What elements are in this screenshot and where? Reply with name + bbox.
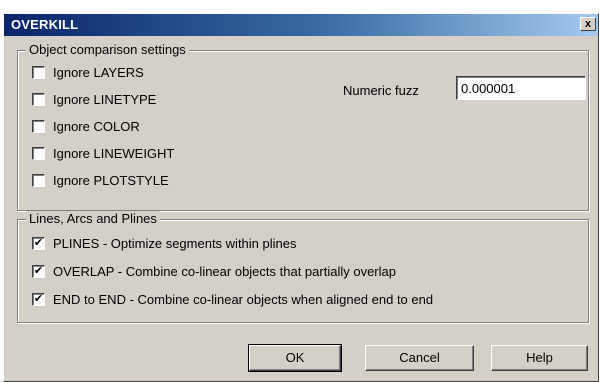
object-comparison-group: Object comparison settings Ignore LAYERS… [17, 42, 589, 211]
close-button[interactable]: x [580, 17, 596, 31]
overlap-option[interactable]: ✔ OVERLAP - Combine co-linear objects th… [32, 262, 396, 280]
overkill-dialog: OVERKILL x Object comparison settings Ig… [3, 13, 599, 382]
cancel-button[interactable]: Cancel [365, 345, 474, 371]
title-bar[interactable]: OVERKILL x [4, 14, 598, 36]
ignore-plotstyle-label: Ignore PLOTSTYLE [53, 172, 169, 188]
ignore-color-option[interactable]: Ignore COLOR [32, 117, 140, 135]
ignore-lineweight-label: Ignore LINEWEIGHT [53, 145, 175, 161]
ignore-plotstyle-checkbox[interactable] [32, 173, 45, 187]
lines-arcs-plines-title: Lines, Arcs and Plines [26, 211, 160, 226]
end-to-end-label: END to END - Combine co-linear objects w… [53, 291, 434, 307]
numeric-fuzz-label: Numeric fuzz [343, 83, 419, 98]
ignore-layers-option[interactable]: Ignore LAYERS [32, 63, 144, 81]
ignore-color-label: Ignore COLOR [53, 118, 140, 134]
end-to-end-option[interactable]: ✔ END to END - Combine co-linear objects… [32, 290, 433, 308]
plines-option[interactable]: ✔ PLINES - Optimize segments within plin… [32, 234, 296, 252]
overlap-checkbox[interactable]: ✔ [32, 264, 45, 278]
overlap-label: OVERLAP - Combine co-linear objects that… [53, 263, 396, 279]
ignore-plotstyle-option[interactable]: Ignore PLOTSTYLE [32, 171, 169, 189]
numeric-fuzz-input[interactable] [456, 76, 586, 100]
help-button[interactable]: Help [491, 345, 588, 371]
plines-label: PLINES - Optimize segments within plines [53, 235, 297, 251]
object-comparison-title: Object comparison settings [26, 42, 189, 57]
ignore-layers-checkbox[interactable] [32, 65, 45, 79]
lines-arcs-plines-group: Lines, Arcs and Plines ✔ PLINES - Optimi… [17, 211, 589, 323]
ignore-linetype-checkbox[interactable] [32, 92, 45, 106]
ignore-color-checkbox[interactable] [32, 119, 45, 133]
ignore-layers-label: Ignore LAYERS [53, 64, 144, 80]
end-to-end-checkbox[interactable]: ✔ [32, 292, 45, 306]
ok-button[interactable]: OK [248, 344, 342, 372]
plines-checkbox[interactable]: ✔ [32, 236, 45, 250]
ignore-lineweight-checkbox[interactable] [32, 146, 45, 160]
ignore-linetype-label: Ignore LINETYPE [53, 91, 157, 107]
ignore-linetype-option[interactable]: Ignore LINETYPE [32, 90, 156, 108]
ignore-lineweight-option[interactable]: Ignore LINEWEIGHT [32, 144, 174, 162]
dialog-title: OVERKILL [11, 17, 79, 32]
